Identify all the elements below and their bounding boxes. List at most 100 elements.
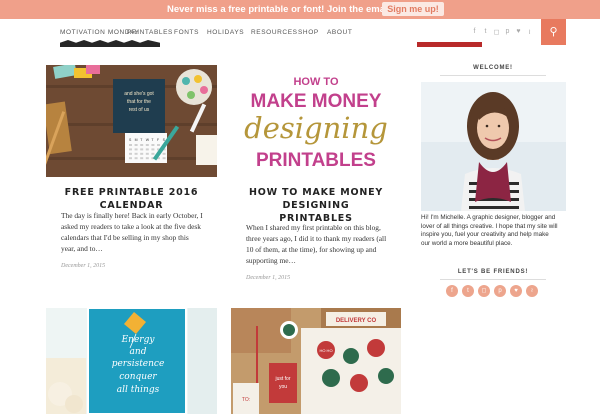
sign-up-button[interactable]: Sign me up! (382, 2, 444, 16)
graphic-printables: PRINTABLES (256, 150, 376, 171)
bio-line: inspire you, fuel your creativity and he… (421, 231, 549, 238)
facebook-icon[interactable]: f (471, 28, 478, 36)
calendar-date-cell (151, 152, 155, 155)
nav-item-printables[interactable]: PRINTABLES (127, 29, 173, 36)
calendar-date-cell (134, 157, 138, 160)
bio-line: Hi! I'm Michelle. A graphic designer, bl… (421, 214, 556, 221)
quote-line: all things (117, 385, 160, 395)
heart-icon[interactable]: ♥ (515, 28, 522, 36)
card-line-3: rest of us (129, 107, 150, 113)
calendar-date-cell (140, 157, 144, 160)
heart-icon[interactable]: ♥ (510, 285, 522, 297)
card-line-1: and she's got (124, 91, 154, 97)
excerpt-line: three years ago, I did it to thank my re… (246, 234, 387, 243)
excerpt-line: asked my readers to take a look at the f… (61, 222, 201, 231)
post-excerpt: When I shared my first printable on this… (246, 222, 406, 266)
graphic-designing: designing (244, 111, 388, 145)
calendar-day-header: F (157, 138, 159, 142)
author-photo (421, 82, 566, 211)
facebook-icon[interactable]: f (446, 285, 458, 297)
tag-text: just for (274, 376, 290, 382)
calendar-date-cell (157, 144, 160, 146)
bio-line: lover of all things creative. I hope tha… (421, 222, 558, 230)
author-portrait-illustration (421, 82, 566, 211)
quote-line: persistence (112, 359, 165, 369)
sidebar-welcome-title: WELCOME! (473, 65, 513, 71)
nav-item-resources[interactable]: RESOURCES (251, 29, 298, 36)
nav-item-about[interactable]: ABOUT (327, 29, 352, 36)
instagram-icon[interactable]: ◻ (478, 285, 490, 297)
twitter-icon[interactable]: t (482, 28, 489, 36)
calendar-date-cell (140, 144, 144, 146)
calendar-date-cell (162, 157, 166, 160)
calendar-date-cell (145, 144, 149, 146)
box-label: DELIVERY CO (336, 318, 377, 324)
post-date: December 1, 2015 (246, 275, 291, 281)
quote-line: and (130, 347, 147, 357)
post-image-calendar[interactable]: and she's got that for the rest of us SM… (46, 65, 217, 177)
quote-line: Energy (121, 335, 156, 345)
nav-item-holidays[interactable]: HOLIDAYS (207, 29, 244, 36)
post-excerpt: The day is finally here! Back in early O… (61, 210, 221, 254)
pinterest-icon[interactable]: p (504, 28, 511, 36)
calendar-date-cell (145, 152, 149, 155)
rss-icon[interactable]: ≀ (526, 285, 538, 297)
sidebar-friends-title: LET'S BE FRIENDS! (457, 269, 529, 275)
tag-text: TO: (242, 397, 250, 403)
calendar-day-header: M (135, 138, 138, 142)
author-bio: Hi! I'm Michelle. A graphic designer, bl… (421, 214, 569, 248)
graphic-how-to: HOW TO (293, 76, 338, 88)
pinterest-icon[interactable]: p (494, 285, 506, 297)
calendar-date-cell (129, 152, 132, 155)
post-date: December 1, 2015 (61, 263, 106, 269)
calendar-date-cell (151, 148, 155, 151)
search-button[interactable]: ⚲ (541, 19, 566, 45)
calendar-date-cell (140, 152, 144, 155)
quote-line: conquer (119, 372, 157, 382)
email-banner: Never miss a free printable or font! Joi… (0, 0, 600, 19)
gift-tags-photo: DELIVERY CO just for you TO: HO HO (231, 308, 401, 414)
calendar-date-cell (129, 148, 132, 151)
excerpt-line: The day is finally here! Back in early O… (61, 211, 203, 220)
excerpt-line: calendars that I'd be selling in my shop… (61, 233, 189, 242)
calendar-date-cell (162, 152, 166, 155)
post-title-line: HOW TO MAKE MONEY DESIGNING (248, 187, 384, 211)
nav-item-fonts[interactable]: FONTS (174, 29, 199, 36)
calendar-date-cell (140, 148, 144, 151)
post-title[interactable]: FREE PRINTABLE 2016 CALENDAR (46, 186, 217, 212)
rss-icon[interactable]: ≀ (526, 28, 533, 36)
post-image-energy-quote[interactable]: Energy and persistence conquer all thing… (46, 308, 217, 414)
sidebar-social-icons: f t ◻ p ♥ ≀ (446, 285, 538, 297)
calendar-date-cell (151, 144, 155, 146)
post-title[interactable]: HOW TO MAKE MONEY DESIGNING PRINTABLES (231, 186, 401, 225)
calendar-date-cell (129, 144, 132, 146)
banner-message: Never miss a free printable or font! Joi… (167, 4, 410, 15)
post-image-gift-tags[interactable]: DELIVERY CO just for you TO: HO HO (231, 308, 401, 414)
calendar-date-cell (129, 157, 132, 160)
search-icon: ⚲ (549, 26, 558, 38)
calendar-date-cell (145, 148, 149, 151)
card-line-2: that for the (127, 99, 151, 105)
divider (440, 279, 546, 280)
header-accent-strip (417, 42, 482, 47)
instagram-icon[interactable]: ◻ (493, 28, 500, 36)
calendar-date-cell (145, 157, 149, 160)
sticker-text: HO HO (319, 348, 332, 353)
calendar-photo-illustration: and she's got that for the rest of us SM… (46, 65, 217, 177)
twitter-icon[interactable]: t (462, 285, 474, 297)
excerpt-line: supporting me… (246, 256, 296, 265)
make-money-title-graphic: HOW TO MAKE MONEY designing PRINTABLES (231, 65, 401, 177)
post-image-make-money[interactable]: HOW TO MAKE MONEY designing PRINTABLES (231, 65, 401, 177)
calendar-date-cell (134, 148, 138, 151)
tag-text: you (279, 384, 287, 390)
header-social-icons: f t ◻ p ♥ ≀ (471, 28, 533, 36)
excerpt-line: year, and to… (61, 244, 103, 253)
excerpt-line: 10 of them, at the time), for showing up… (246, 245, 377, 254)
nav-item-shop[interactable]: SHOP (298, 29, 319, 36)
divider (440, 75, 546, 76)
calendar-date-cell (134, 152, 138, 155)
bio-line: our world a more beautiful place. (421, 239, 513, 247)
excerpt-line: When I shared my first printable on this… (246, 223, 381, 232)
calendar-date-cell (134, 144, 138, 146)
graphic-make-money: MAKE MONEY (251, 91, 382, 112)
